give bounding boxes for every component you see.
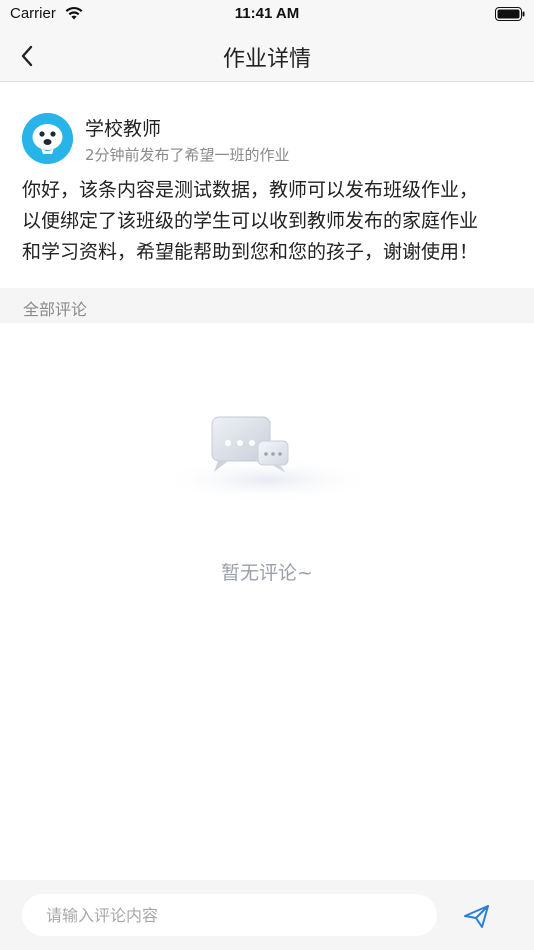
clock: 11:41 AM	[234, 5, 300, 22]
nav-bar: 作业详情	[0, 30, 534, 82]
send-icon	[464, 905, 489, 928]
author-name: 学校教师	[85, 118, 162, 140]
battery-icon	[495, 7, 525, 21]
page-title: 作业详情	[222, 47, 311, 72]
send-button[interactable]	[462, 902, 492, 930]
screen: Carrier 11:41 AM 作业详情 学校教师 2分钟前发布了希望一班的作…	[0, 0, 534, 950]
chevron-left-icon	[21, 45, 33, 67]
comment-input[interactable]	[22, 894, 437, 936]
comments-header-label: 全部评论	[23, 300, 88, 319]
comment-bar	[0, 880, 534, 950]
homework-post: 学校教师 2分钟前发布了希望一班的作业 你好，该条内容是测试数据，教师可以发布班…	[0, 83, 534, 288]
back-button[interactable]	[20, 38, 60, 74]
status-bar: Carrier 11:41 AM	[0, 0, 534, 30]
empty-comments-text: 暂无评论~	[221, 562, 313, 584]
post-body: 你好，该条内容是测试数据，教师可以发布班级作业， 以便绑定了该班级的学生可以收到…	[22, 175, 522, 268]
post-body-line: 你好，该条内容是测试数据，教师可以发布班级作业，	[22, 179, 479, 201]
avatar	[22, 113, 73, 164]
empty-comments-icon	[160, 416, 374, 502]
post-body-line: 以便绑定了该班级的学生可以收到教师发布的家庭作业	[22, 210, 479, 232]
post-body-line: 和学习资料，希望能帮助到您和您的孩子，谢谢使用！	[22, 241, 479, 263]
post-meta: 2分钟前发布了希望一班的作业	[85, 146, 290, 164]
teacher-avatar-icon	[22, 113, 73, 164]
comments-section-header: 全部评论	[0, 288, 534, 323]
